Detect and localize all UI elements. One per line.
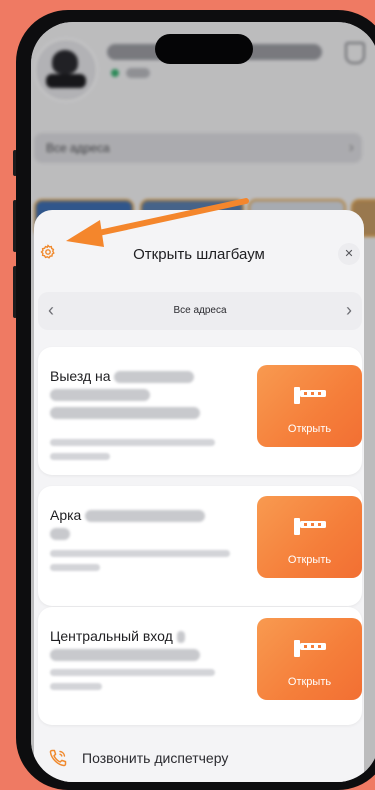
barrier-address-blurred: [50, 669, 215, 676]
sheet-title: Открыть шлагбаум: [133, 246, 265, 263]
close-button[interactable]: ✕: [338, 243, 360, 265]
redacted-text: [50, 528, 70, 541]
barrier-title: Центральный вход: [50, 627, 240, 663]
barrier-address-blurred: [50, 439, 215, 446]
barrier-address-blurred: [50, 453, 110, 460]
call-dispatcher-label: Позвонить диспетчеру: [82, 750, 229, 766]
call-dispatcher-button[interactable]: Позвонить диспетчеру: [46, 748, 346, 770]
barrier-card: Выезд на Открыть: [38, 347, 362, 475]
open-barrier-button[interactable]: Открыть: [257, 365, 362, 447]
phone-screen: Все адреса › Открыть шлагбаум ✕ ‹ Все ад…: [31, 22, 375, 782]
phone-call-icon: [49, 749, 67, 767]
open-button-label: Открыть: [287, 554, 332, 566]
open-button-label: Открыть: [287, 676, 332, 688]
redacted-text: [85, 510, 206, 523]
barrier-address-blurred: [50, 564, 100, 571]
chevron-right-icon[interactable]: ›: [346, 300, 352, 321]
open-barrier-sheet: Открыть шлагбаум ✕ ‹ Все адреса › Выезд …: [34, 210, 364, 782]
barrier-gate-icon: [294, 640, 326, 657]
close-icon: ✕: [344, 248, 354, 260]
barrier-card: Арка Открыть: [38, 486, 362, 606]
barrier-address-blurred: [50, 683, 102, 690]
barrier-title: Выезд на: [50, 367, 240, 421]
redacted-text: [50, 407, 200, 420]
redacted-text: [50, 649, 200, 662]
open-barrier-button[interactable]: Открыть: [257, 496, 362, 578]
redacted-text: [50, 389, 150, 402]
barrier-card: Центральный вход Открыть: [38, 607, 362, 725]
address-selector-label: Все адреса: [173, 305, 227, 316]
barrier-gate-icon: [294, 387, 326, 404]
address-selector[interactable]: ‹ Все адреса ›: [38, 292, 362, 330]
open-barrier-button[interactable]: Открыть: [257, 618, 362, 700]
barrier-title: Арка: [50, 506, 240, 542]
barrier-gate-icon: [294, 518, 326, 535]
redacted-text: [114, 371, 195, 384]
barrier-address-blurred: [50, 550, 230, 557]
open-button-label: Открыть: [287, 423, 332, 435]
redacted-text: [176, 631, 185, 644]
dynamic-island: [155, 34, 253, 64]
